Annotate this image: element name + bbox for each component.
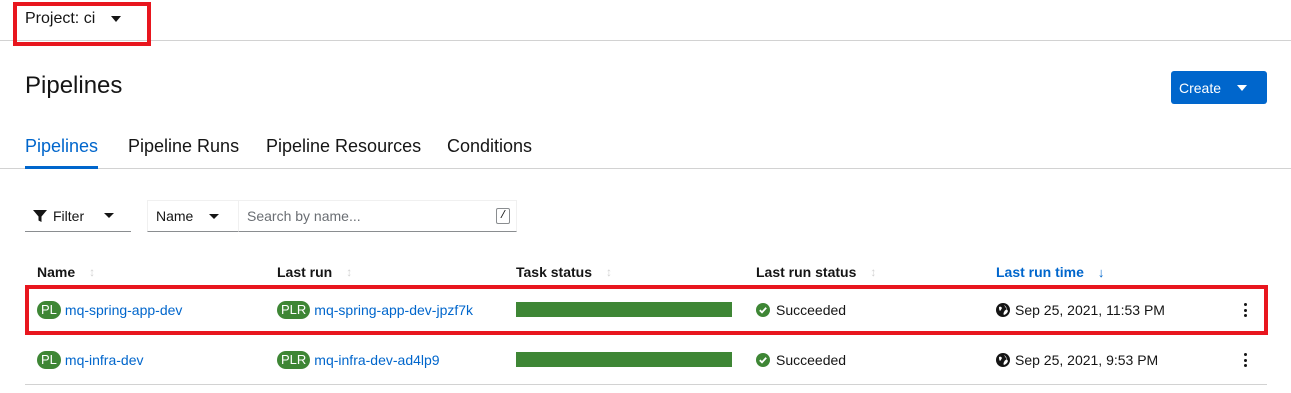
create-button[interactable]: Create [1171,71,1267,104]
column-header-label: Last run time [996,264,1084,280]
tab-bar: Pipelines Pipeline Runs Pipeline Resourc… [0,124,1291,169]
tab-pipelines[interactable]: Pipelines [25,136,98,157]
column-header-last-run-status[interactable]: Last run status ↕ [756,264,876,280]
search-shortcut-hint: / [496,208,510,224]
caret-down-icon [1237,84,1248,91]
column-header-label: Last run status [756,264,857,280]
pipeline-run-badge: PLR [277,350,311,369]
create-button-label: Create [1179,79,1222,96]
search-input[interactable] [239,201,489,231]
tab-conditions[interactable]: Conditions [447,136,532,157]
column-header-label: Name [37,264,76,280]
sort-icon: ↕ [606,265,612,279]
sort-icon: ↕ [89,265,96,279]
kebab-icon[interactable] [1240,351,1250,369]
search-box: / [238,200,517,232]
filter-icon [33,209,47,222]
pipeline-link[interactable]: mq-infra-dev [65,352,144,368]
project-bar: Project: ci [0,0,1291,41]
sort-down-icon: ↓ [1097,264,1105,280]
filter-button-label: Filter [53,207,85,224]
task-status-cell [516,335,732,384]
caret-down-icon [209,213,220,219]
column-header-task-status[interactable]: Task status ↕ [516,264,612,280]
sort-icon: ↕ [870,265,877,279]
column-header-last-run[interactable]: Last run ↕ [277,264,352,280]
page-title: Pipelines [25,72,123,99]
tab-pipeline-runs[interactable]: Pipeline Runs [128,136,239,157]
highlight-box-row [25,285,1268,335]
highlight-box-project [13,2,151,46]
name-filter-label: Name [156,208,194,224]
task-status-bar[interactable] [516,352,732,367]
status-cell: Succeeded [756,335,846,384]
pipeline-run-link[interactable]: mq-infra-dev-ad4lp9 [314,352,439,368]
column-header-name[interactable]: Name ↕ [37,264,95,280]
last-run-cell: PLR mq-infra-dev-ad4lp9 [277,335,440,384]
caret-down-icon [104,213,115,218]
active-tab-indicator [25,166,98,169]
column-header-label: Last run [277,264,333,280]
column-header-label: Task status [516,264,592,280]
name-filter-select[interactable]: Name [147,200,239,232]
table-row: PL mq-infra-dev PLR mq-infra-dev-ad4lp9 … [25,335,1267,385]
status-text: Succeeded [776,351,847,368]
filter-button[interactable]: Filter [25,200,131,232]
tab-pipeline-resources[interactable]: Pipeline Resources [266,136,421,157]
sort-icon: ↕ [346,265,353,279]
column-header-last-run-time[interactable]: Last run time ↓ [996,264,1104,280]
globe-icon [996,352,1010,367]
check-circle-icon [756,352,770,367]
pipeline-badge: PL [37,350,61,369]
name-cell: PL mq-infra-dev [37,335,144,384]
timestamp: Sep 25, 2021, 9:53 PM [1015,351,1159,368]
last-run-time-cell: Sep 25, 2021, 9:53 PM [996,335,1158,384]
